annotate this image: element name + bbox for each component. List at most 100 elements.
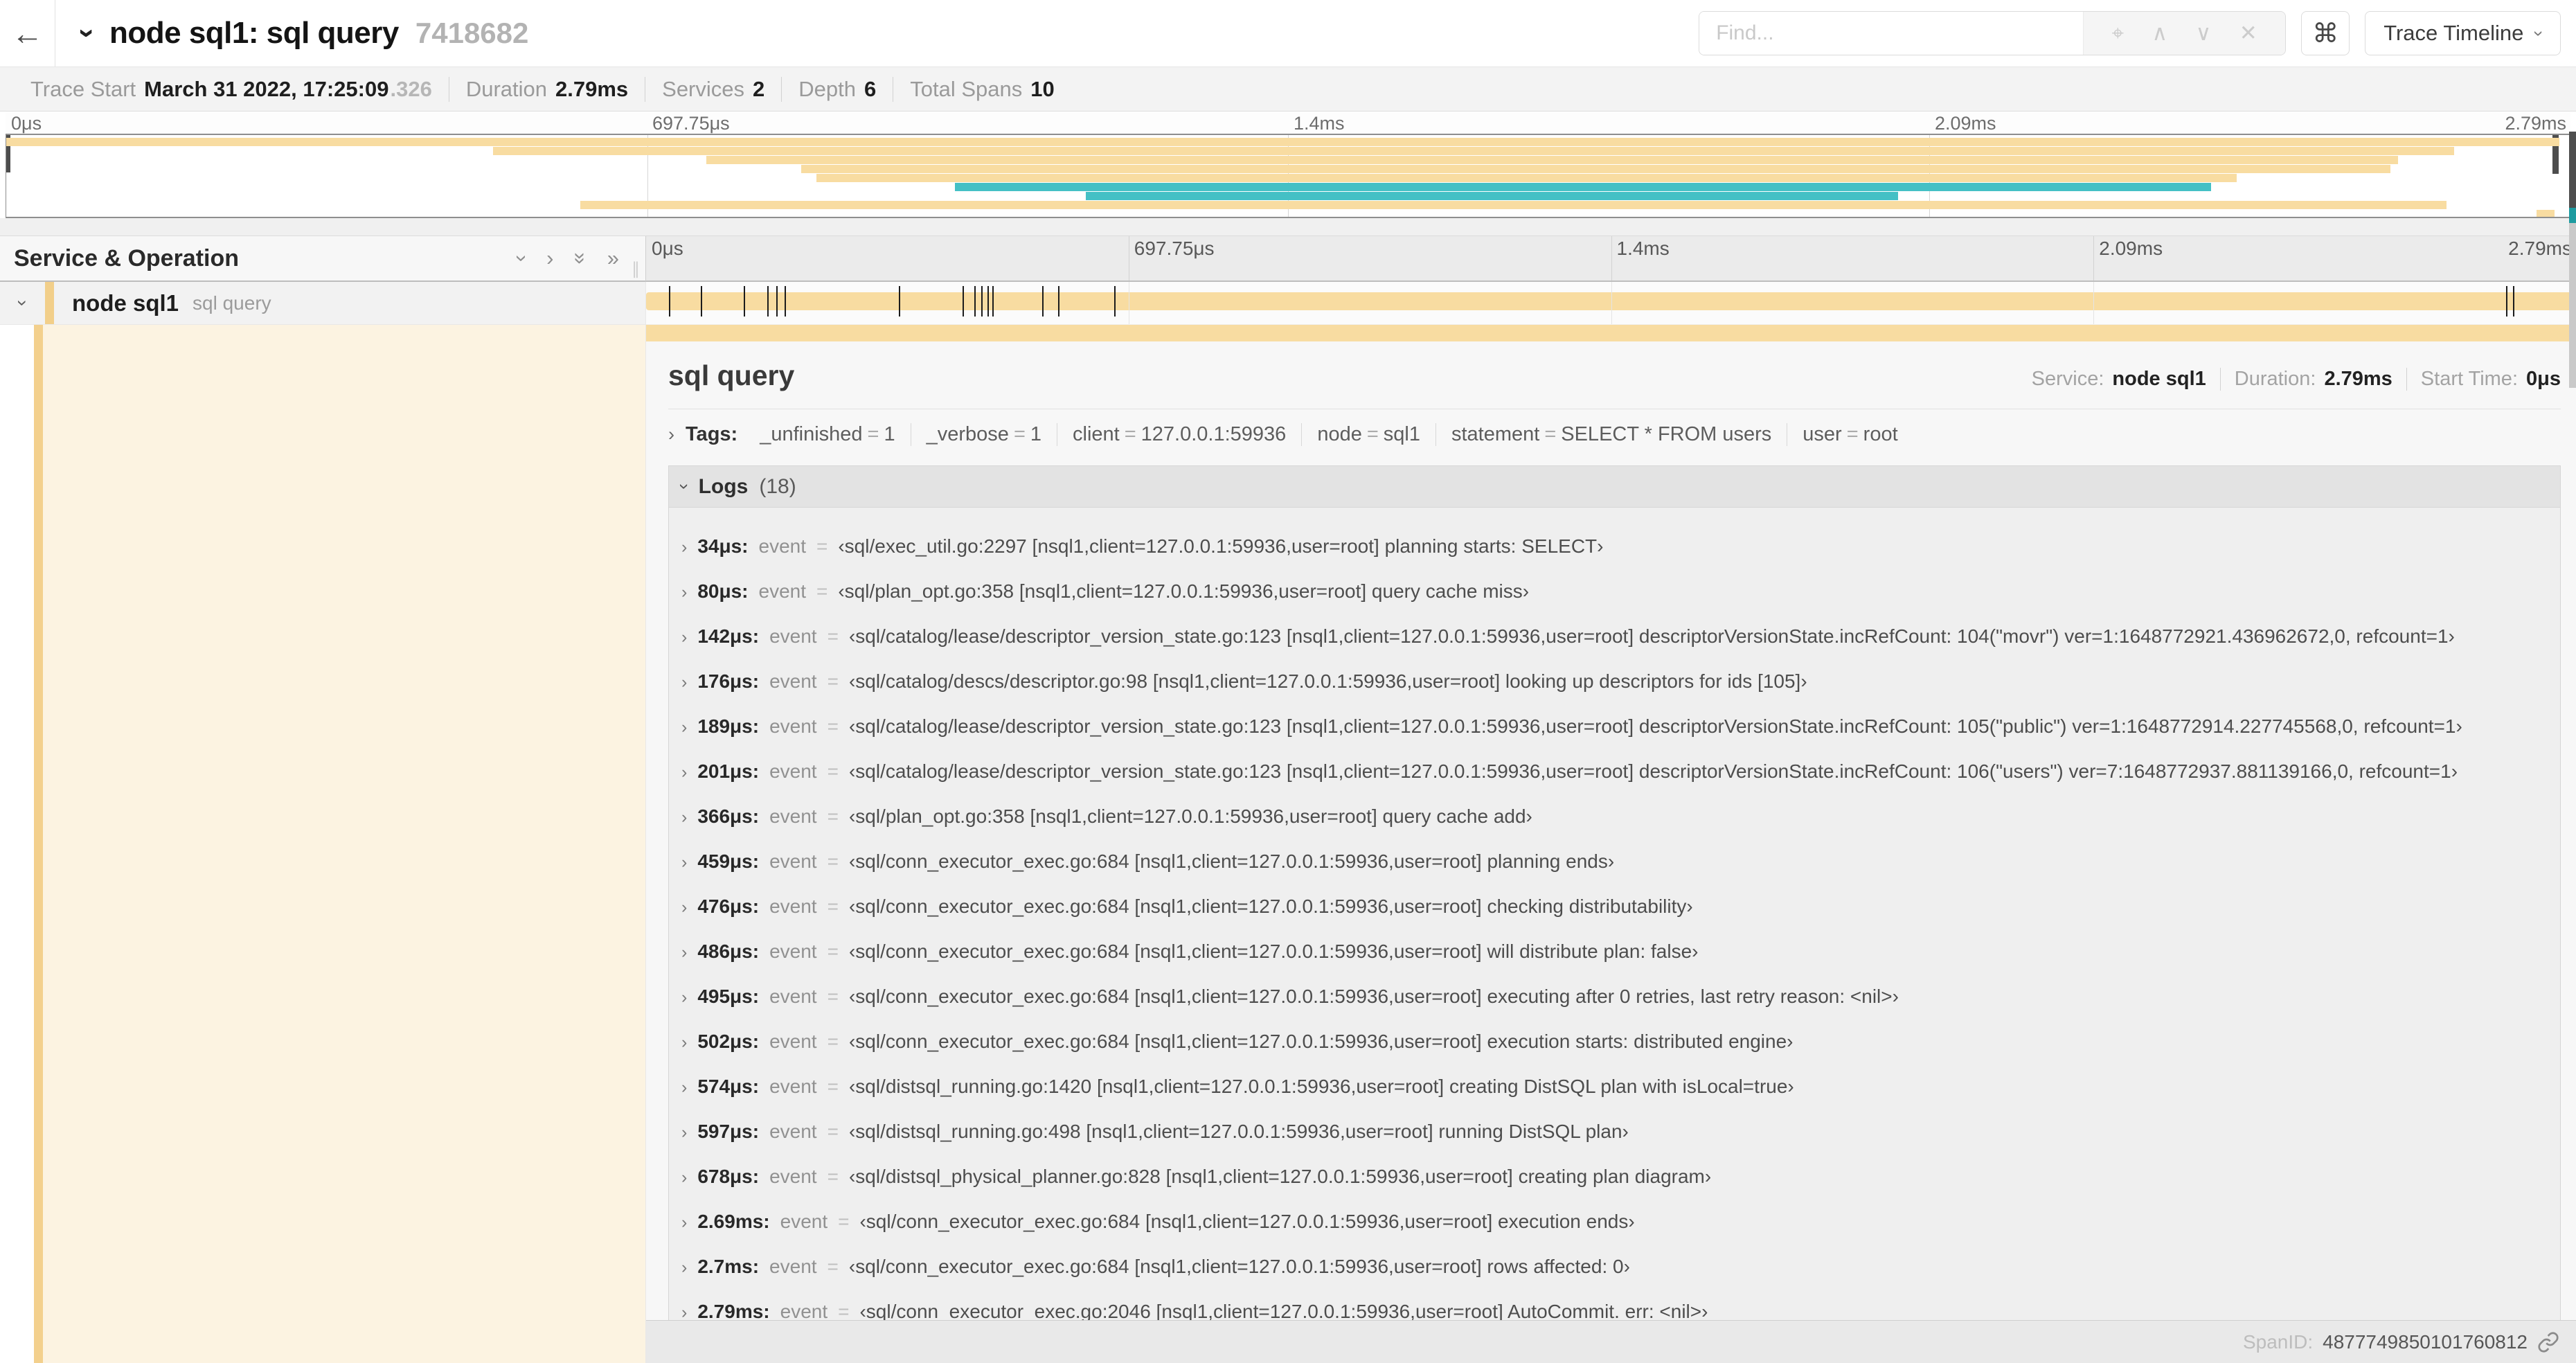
collapse-one-icon[interactable]: ›: [510, 255, 535, 262]
log-field-value: ‹sql/distsql_running.go:1420 [nsql1,clie…: [848, 1076, 1794, 1097]
tag: _unfinished = 1: [744, 423, 911, 446]
log-field-value: ‹sql/conn_executor_exec.go:684 [nsql1,cl…: [848, 941, 1699, 962]
span-bar-cell[interactable]: [646, 282, 2576, 325]
log-entry[interactable]: › 176μs: event = ‹sql/catalog/descs/descript…: [681, 670, 2553, 693]
equals-sign: =: [838, 1211, 850, 1232]
log-field-value: ‹sql/distsql_running.go:498 [nsql1,clien…: [848, 1121, 1629, 1142]
minimap-span-bar: [1085, 192, 1899, 200]
service-operation-header: Service & Operation › › » » ∥: [0, 236, 646, 282]
expand-all-icon[interactable]: »: [607, 246, 619, 271]
log-event-tick: [784, 286, 786, 317]
expand-log-chevron-icon: ›: [681, 943, 688, 962]
span-meta-value: 2.79ms: [2324, 368, 2392, 390]
expand-log-chevron-icon: ›: [681, 1078, 688, 1097]
log-entry[interactable]: › 366μs: event = ‹sql/plan_opt.go:358 [nsql1…: [681, 805, 2553, 828]
equals-sign: =: [1124, 423, 1136, 445]
log-entry[interactable]: › 495μs: event = ‹sql/conn_executor_exec.go:…: [681, 986, 2553, 1008]
trace-view-select[interactable]: Trace Timeline ›: [2365, 11, 2561, 55]
span-meta: Service: node sql1 Duration: 2.79ms Start Ti…: [2018, 368, 2561, 391]
equals-sign: =: [867, 423, 879, 445]
tag: statement = SELECT * FROM users: [1436, 423, 1788, 446]
find-input[interactable]: [1699, 12, 2084, 55]
log-field-value: ‹sql/conn_executor_exec.go:684 [nsql1,cl…: [848, 850, 1615, 872]
span-detail-footer: SpanID: 4877749850101760812: [646, 1320, 2576, 1363]
summary-item: Services 2: [645, 76, 781, 102]
logs-accordion: › Logs (18) › 34μs: event = ‹sql/exec_util.g…: [668, 465, 2561, 1320]
tag-value: sql1: [1383, 423, 1420, 445]
back-button[interactable]: ←: [0, 0, 55, 66]
log-event-tick: [700, 286, 702, 317]
log-timestamp: 597μs:: [697, 1121, 760, 1142]
tag-value: SELECT * FROM users: [1561, 423, 1772, 445]
span-meta-label: Service:: [2031, 368, 2104, 390]
summary-item: Total Spans 10: [893, 76, 1071, 102]
expand-one-icon[interactable]: ›: [546, 246, 553, 271]
expand-tags-chevron-icon[interactable]: ›: [668, 424, 674, 445]
log-entry[interactable]: › 2.79ms: event = ‹sql/conn_executor_exec.go…: [681, 1301, 2553, 1320]
scrollbar-track[interactable]: [2569, 223, 2576, 388]
timeline-ruler: 0μs 697.75μs 1.4ms 2.09ms 2.79ms: [646, 236, 2576, 282]
scrollbar-thumb-dark[interactable]: [2569, 132, 2576, 208]
log-event-tick: [2506, 286, 2508, 317]
log-timestamp: 502μs:: [697, 1031, 760, 1052]
log-entry[interactable]: › 189μs: event = ‹sql/catalog/lease/descript…: [681, 715, 2553, 738]
prev-result-icon[interactable]: ∧: [2152, 21, 2167, 46]
minimap-span-bar: [6, 138, 2560, 146]
expand-log-chevron-icon: ›: [681, 672, 688, 692]
tag-value: 1: [884, 423, 895, 445]
trace-view-label: Trace Timeline: [2383, 21, 2524, 45]
equals-sign: =: [827, 715, 839, 737]
log-event-tick: [981, 286, 983, 317]
locate-icon[interactable]: ⌖: [2112, 21, 2124, 46]
span-duration-bar-expanded[interactable]: [646, 325, 2576, 341]
trace-id: 7418682: [415, 17, 529, 49]
span-row-label[interactable]: › node sql1 sql query: [0, 282, 646, 325]
log-field-name: event: [769, 896, 817, 917]
log-entry[interactable]: › 476μs: event = ‹sql/conn_executor_exec.go:…: [681, 896, 2553, 918]
minimap-canvas[interactable]: [6, 134, 2570, 218]
tags-row[interactable]: › Tags: _unfinished = 1 _verbose = 1 client = 12…: [668, 423, 2561, 446]
next-result-icon[interactable]: ∨: [2196, 21, 2212, 46]
ruler-tick-label: 2.09ms: [2099, 238, 2163, 259]
equals-sign: =: [827, 625, 839, 647]
minimap-span-bar: [800, 165, 2390, 173]
log-entry[interactable]: › 34μs: event = ‹sql/exec_util.go:2297 [nsql…: [681, 535, 2553, 558]
summary-item-label: Depth: [798, 76, 856, 101]
log-event-tick: [2512, 286, 2514, 317]
ruler-tick-label: 2.79ms: [2505, 113, 2566, 134]
log-entry[interactable]: › 80μs: event = ‹sql/plan_opt.go:358 [nsql1,…: [681, 580, 2553, 603]
keyboard-shortcuts-button[interactable]: ⌘: [2301, 11, 2350, 55]
log-entry[interactable]: › 574μs: event = ‹sql/distsql_running.go:142…: [681, 1076, 2553, 1098]
log-entry[interactable]: › 486μs: event = ‹sql/conn_executor_exec.go:…: [681, 941, 2553, 963]
log-entry[interactable]: › 678μs: event = ‹sql/distsql_physical_plann…: [681, 1166, 2553, 1188]
log-entry[interactable]: › 201μs: event = ‹sql/catalog/lease/descript…: [681, 760, 2553, 783]
log-entry[interactable]: › 502μs: event = ‹sql/conn_executor_exec.go:…: [681, 1031, 2553, 1053]
log-field-value: ‹sql/conn_executor_exec.go:2046 [nsql1,c…: [859, 1301, 1708, 1320]
log-field-value: ‹sql/catalog/lease/descriptor_version_st…: [848, 625, 2455, 647]
expand-log-chevron-icon: ›: [681, 718, 688, 737]
span-operation-title: sql query: [668, 359, 795, 391]
tag-key: statement: [1451, 423, 1540, 445]
clear-search-icon[interactable]: ✕: [2239, 21, 2257, 46]
collapse-span-chevron-icon[interactable]: ›: [12, 300, 33, 306]
span-meta-value: node sql1: [2112, 368, 2206, 390]
log-entry[interactable]: › 459μs: event = ‹sql/conn_executor_exec.go:…: [681, 850, 2553, 873]
collapse-all-icon[interactable]: »: [568, 252, 593, 264]
collapse-trace-chevron-icon[interactable]: ›: [71, 28, 105, 38]
logs-header[interactable]: › Logs (18): [669, 466, 2560, 508]
log-field-name: event: [769, 625, 817, 647]
column-resizer-grip[interactable]: ∥: [632, 259, 641, 279]
log-entry[interactable]: › 2.7ms: event = ‹sql/conn_executor_exec.go:…: [681, 1256, 2553, 1279]
expand-log-chevron-icon: ›: [681, 582, 688, 602]
log-entries: › 34μs: event = ‹sql/exec_util.go:2297 [nsql…: [681, 535, 2553, 1320]
equals-sign: =: [838, 1301, 850, 1320]
copy-link-icon[interactable]: [2537, 1331, 2559, 1353]
tag-value: 127.0.0.1:59936: [1141, 423, 1287, 445]
logs-title: Logs: [698, 474, 749, 498]
log-field-name: event: [769, 1166, 817, 1187]
tag: _verbose = 1: [911, 423, 1058, 446]
log-entry[interactable]: › 2.69ms: event = ‹sql/conn_executor_exec.go…: [681, 1211, 2553, 1233]
equals-sign: =: [827, 986, 839, 1007]
log-entry[interactable]: › 597μs: event = ‹sql/distsql_running.go:498…: [681, 1121, 2553, 1143]
log-entry[interactable]: › 142μs: event = ‹sql/catalog/lease/descript…: [681, 625, 2553, 648]
